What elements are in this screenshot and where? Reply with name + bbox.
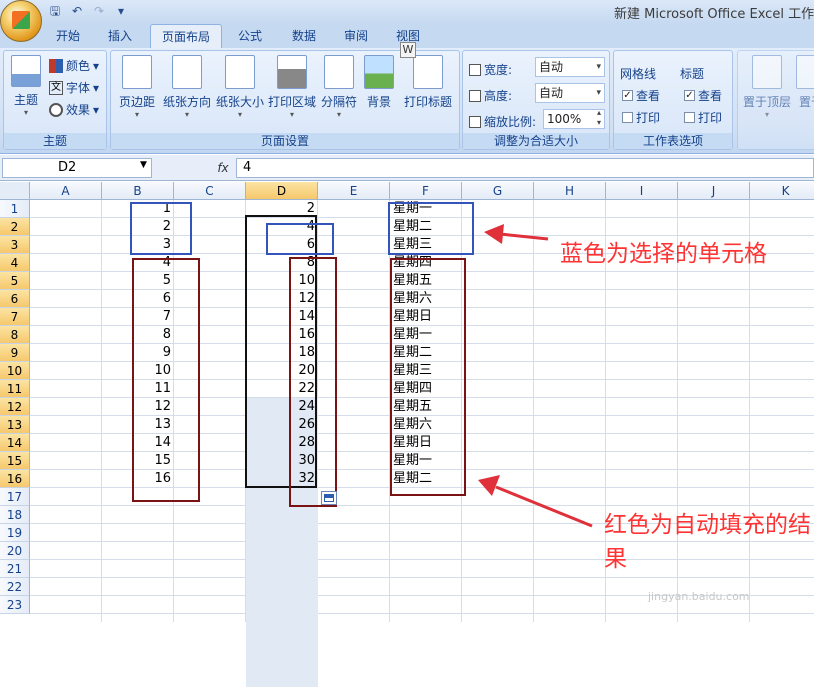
gridlines-heading: 网格线 (620, 67, 657, 81)
chevron-down-icon: ▾ (596, 62, 601, 72)
chevron-down-icon: ▾ (596, 88, 601, 98)
chevron-down-icon: ▾ (336, 110, 341, 119)
background-button[interactable]: 背景 (361, 55, 397, 127)
send-back-button[interactable]: 置于 (796, 55, 814, 127)
width-combo[interactable]: 自动 ▾ (535, 57, 605, 77)
office-button[interactable] (0, 0, 42, 42)
watermark: jingyan.baidu.com (648, 590, 750, 603)
size-button[interactable]: 纸张大小 ▾ (214, 55, 266, 127)
breaks-icon (324, 55, 354, 89)
effects-icon (49, 102, 63, 117)
chevron-down-icon: ▾ (93, 102, 100, 117)
group-scale-to-fit: 宽度: 自动 ▾ 高度: 自动 ▾ 缩放比例: 100% ▴ ▾ 调整为合适大小 (462, 50, 610, 150)
send-back-icon (796, 55, 814, 89)
gridlines-print-checkbox[interactable]: 打印 (622, 109, 660, 126)
headings-view-checkbox[interactable]: ✓ 查看 (684, 87, 722, 104)
margins-button[interactable]: 页边距 ▾ (115, 55, 159, 127)
chevron-down-icon: ▾ (93, 80, 100, 95)
group-label-page-setup: 页面设置 (111, 133, 459, 149)
headings-heading: 标题 (680, 67, 705, 81)
height-icon (469, 89, 481, 102)
formula-input[interactable]: 4 (236, 158, 814, 178)
palette-icon (49, 58, 63, 73)
colors-button[interactable]: 颜色 ▾ (49, 57, 99, 74)
keytip-badge: W (400, 42, 416, 58)
quick-access-toolbar: 🖫 ↶ ↷ ▾ (46, 2, 130, 20)
chevron-down-icon: ▾ (184, 110, 189, 119)
chevron-down-icon: ▾ (289, 110, 294, 119)
ribbon: 主题 ▾ 颜色 ▾ 文字体 ▾ 效果 ▾ 主题 页边距 ▾ 纸张方向 ▾ 纸张大小 ▾ 打印… (0, 48, 814, 154)
bring-front-icon (752, 55, 782, 89)
group-label-themes: 主题 (4, 133, 106, 149)
checkmark-icon: ✓ (622, 90, 633, 101)
scale-spinner[interactable]: 100% ▴ ▾ (543, 108, 605, 129)
save-icon[interactable]: 🖫 (46, 3, 64, 19)
chevron-down-icon: ▾ (134, 110, 139, 119)
printer-icon (277, 55, 307, 89)
worksheet-grid[interactable]: ABCDEFGHIJK 1 2 3 4 5 6 7 8 9 10 11 12 13 14 15 16 17 18 1… (0, 182, 814, 687)
tab-home[interactable]: 开始 (46, 24, 90, 48)
customize-qat-icon[interactable]: ▾ (112, 3, 130, 19)
office-logo-icon (12, 11, 30, 29)
picture-icon (364, 55, 394, 89)
insert-function-icon[interactable]: fx (210, 158, 236, 178)
group-themes: 主题 ▾ 颜色 ▾ 文字体 ▾ 效果 ▾ 主题 (3, 50, 107, 150)
redo-icon[interactable]: ↷ (90, 3, 108, 19)
gridlines-view-checkbox[interactable]: ✓ 查看 (622, 87, 660, 104)
chevron-down-icon: ▾ (764, 110, 769, 119)
group-label-scale-to-fit: 调整为合适大小 (463, 133, 609, 149)
group-arrange: 置于顶层▾ 置于 (737, 50, 814, 150)
width-icon (469, 63, 481, 76)
width-label: 宽度: (469, 61, 512, 78)
tab-data[interactable]: 数据 (282, 24, 326, 48)
breaks-button[interactable]: 分隔符 ▾ (318, 55, 360, 127)
font-icon: 文 (49, 80, 63, 95)
height-combo[interactable]: 自动 ▾ (535, 83, 605, 103)
ribbon-tabs: 开始 插入 页面布局 公式 数据 审阅 视图 W (0, 24, 814, 58)
chevron-down-icon: ▾ (93, 58, 100, 73)
orientation-button[interactable]: 纸张方向 ▾ (161, 55, 213, 127)
spinner-arrows-icon: ▴ ▾ (596, 108, 601, 127)
print-titles-icon (413, 55, 443, 89)
checkmark-icon: ✓ (684, 90, 695, 101)
chevron-down-icon: ▾ (237, 110, 242, 119)
scale-icon (469, 115, 481, 128)
formula-bar: D2 ▼ fx 4 (0, 155, 814, 181)
chevron-down-icon[interactable]: ▼ (140, 160, 147, 170)
title-bar: 🖫 ↶ ↷ ▾ 新建 Microsoft Office Excel 工作表 (0, 0, 814, 42)
tab-formulas[interactable]: 公式 (228, 24, 272, 48)
tab-review[interactable]: 审阅 (334, 24, 378, 48)
print-area-button[interactable]: 打印区域 ▾ (266, 55, 318, 127)
tab-page-layout[interactable]: 页面布局 (150, 24, 222, 48)
tab-insert[interactable]: 插入 (98, 24, 142, 48)
group-page-setup: 页边距 ▾ 纸张方向 ▾ 纸张大小 ▾ 打印区域 ▾ 分隔符 ▾ 背景 打印标题 页面设置 (110, 50, 460, 150)
headings-print-checkbox[interactable]: 打印 (684, 109, 722, 126)
orientation-icon (172, 55, 202, 89)
height-label: 高度: (469, 87, 512, 104)
themes-icon (11, 55, 41, 87)
bring-front-button[interactable]: 置于顶层 ▾ (742, 55, 792, 127)
red-note: 红色为自动填充的结果 (604, 512, 811, 572)
name-box[interactable]: D2 (2, 158, 152, 178)
themes-button[interactable]: 主题 ▾ (6, 55, 46, 127)
page-size-icon (225, 55, 255, 89)
undo-icon[interactable]: ↶ (68, 3, 86, 19)
effects-button[interactable]: 效果 ▾ (49, 101, 99, 118)
blue-note: 蓝色为选择的单元格 (560, 241, 767, 267)
chevron-down-icon: ▾ (23, 108, 28, 117)
group-label-sheet-options: 工作表选项 (614, 133, 732, 149)
print-titles-button[interactable]: 打印标题 (401, 55, 455, 127)
window-title: 新建 Microsoft Office Excel 工作表 (614, 7, 814, 22)
fonts-button[interactable]: 文字体 ▾ (49, 79, 99, 96)
margins-icon (122, 55, 152, 89)
group-sheet-options: 网格线 标题 ✓ 查看 ✓ 查看 打印 打印 工作表选项 (613, 50, 733, 150)
scale-label: 缩放比例: (469, 113, 536, 130)
